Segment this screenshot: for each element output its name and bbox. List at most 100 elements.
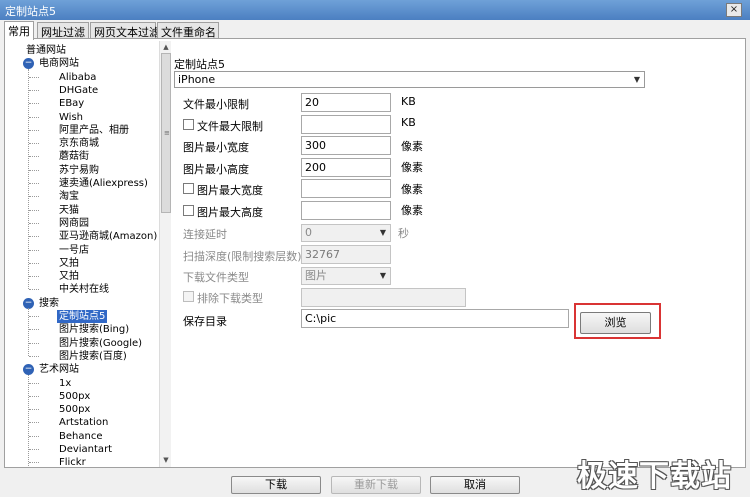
min-width-unit: 像素 xyxy=(401,140,423,153)
tree-connector xyxy=(29,435,39,437)
tree-item-label: 网商园 xyxy=(59,217,89,229)
min-file-size-unit: KB xyxy=(401,95,416,108)
site-tree[interactable]: 普通网站 − 电商网站 Alibaba DHGate EBay Wish 阿里产品、相册 京东商… xyxy=(7,41,159,467)
tree-item[interactable]: Wish xyxy=(57,111,85,124)
download-type-select[interactable]: 图片 ▼ xyxy=(301,267,391,285)
tree-connector xyxy=(29,316,39,317)
watermark-logo: 极速下载站 xyxy=(577,459,732,494)
connect-delay-select[interactable]: 0 ▼ xyxy=(301,224,391,242)
tab-url-filter[interactable]: 网址过滤 xyxy=(37,22,89,39)
settings-form: 定制站点5 iPhone ▼ 文件最小限制 20 KB 文件最大限制 KB 图片… xyxy=(171,39,745,467)
tree-connector xyxy=(29,462,39,464)
tree-item[interactable]: 又拍 xyxy=(57,270,81,283)
tree-scrollbar[interactable]: ▲ ≡ ▼ xyxy=(159,41,171,467)
tab-file-rename[interactable]: 文件重命名 xyxy=(157,22,219,39)
tree-item[interactable]: Artstation xyxy=(57,416,110,429)
browse-button[interactable]: 浏览 xyxy=(580,312,651,334)
tree-item-label: 又拍 xyxy=(59,257,79,269)
tree-group-label: 搜索 xyxy=(39,297,59,309)
redownload-button[interactable]: 重新下载 xyxy=(331,476,421,494)
scroll-down-arrow-icon[interactable]: ▼ xyxy=(161,455,171,465)
scan-depth-input[interactable]: 32767 xyxy=(301,245,391,264)
tree-item[interactable]: Behance xyxy=(57,430,104,443)
max-width-label: 图片最大宽度 xyxy=(197,184,263,197)
tree-connector xyxy=(29,116,39,118)
tree-item[interactable]: Flickr xyxy=(57,456,88,467)
save-dir-input[interactable]: C:\pic xyxy=(301,309,569,328)
tree-item[interactable]: 苏宁易购 xyxy=(57,164,101,177)
tree-item[interactable]: 又拍 xyxy=(57,257,81,270)
tree-root[interactable]: 普通网站 xyxy=(24,44,68,57)
min-height-input[interactable]: 200 xyxy=(301,158,391,177)
tree-item[interactable]: 京东商城 xyxy=(57,137,101,150)
tree-connector xyxy=(29,382,39,384)
download-type-label: 下载文件类型 xyxy=(183,271,249,284)
tree-connector xyxy=(29,422,39,424)
exclude-type-input[interactable] xyxy=(301,288,466,307)
tree-connector xyxy=(29,236,39,238)
tree-item[interactable]: 500px xyxy=(57,390,92,403)
tree-item[interactable]: 一号店 xyxy=(57,244,91,257)
min-width-input[interactable]: 300 xyxy=(301,136,391,155)
chevron-down-icon: ▼ xyxy=(633,75,641,84)
tree-item-label: 天猫 xyxy=(59,204,79,216)
tree-item-label: 图片搜索(百度) xyxy=(59,350,127,362)
tree-connector xyxy=(29,103,39,105)
tab-general[interactable]: 常用 xyxy=(4,21,34,40)
tree-item-label: 500px xyxy=(59,404,91,416)
cancel-button[interactable]: 取消 xyxy=(430,476,520,494)
max-height-input[interactable] xyxy=(301,201,391,220)
tree-item[interactable]: 阿里产品、相册 xyxy=(57,124,131,137)
close-button[interactable]: × xyxy=(726,3,742,17)
tab-page-text-filter[interactable]: 网页文本过滤 xyxy=(90,22,160,39)
exclude-type-label: 排除下载类型 xyxy=(197,292,263,305)
tree-item[interactable]: 蘑菇街 xyxy=(57,150,91,163)
tree-item[interactable]: 图片搜索(Google) xyxy=(57,337,144,350)
tree-connector xyxy=(29,449,39,450)
tree-item-label: 中关村在线 xyxy=(59,284,109,296)
tree-item[interactable]: 图片搜索(Bing) xyxy=(57,323,131,336)
tree-group-label: 电商网站 xyxy=(39,58,79,70)
download-button[interactable]: 下载 xyxy=(231,476,321,494)
min-file-size-input[interactable]: 20 xyxy=(301,93,391,112)
tree-item[interactable]: Alibaba xyxy=(57,71,98,84)
tree-item[interactable]: 定制站点5 xyxy=(57,310,108,323)
scroll-up-arrow-icon[interactable]: ▲ xyxy=(161,42,171,52)
tree-item[interactable]: 亚马逊商城(Amazon) xyxy=(57,230,159,243)
tree-group-1[interactable]: 搜索 xyxy=(37,297,61,310)
max-width-unit: 像素 xyxy=(401,183,423,196)
tree-item[interactable]: 中关村在线 xyxy=(57,283,111,296)
tree-item[interactable]: 网商园 xyxy=(57,217,91,230)
download-type-value: 图片 xyxy=(305,269,327,282)
tree-item[interactable]: EBay xyxy=(57,97,86,110)
tree-item[interactable]: 图片搜索(百度) xyxy=(57,350,129,363)
tree-item[interactable]: 天猫 xyxy=(57,204,81,217)
tree-item[interactable]: 500px xyxy=(57,403,92,416)
scroll-thumb[interactable]: ≡ xyxy=(161,53,171,213)
tree-item-label: Flickr xyxy=(59,457,86,467)
section-title: 定制站点5 xyxy=(174,58,225,71)
tree-connector xyxy=(29,143,39,145)
tree-item-label: 定制站点5 xyxy=(57,310,108,323)
tree-item-label: 1x xyxy=(59,377,72,389)
connect-delay-value: 0 xyxy=(305,226,312,239)
site-select[interactable]: iPhone ▼ xyxy=(174,71,645,88)
tree-item[interactable]: Deviantart xyxy=(57,443,114,456)
max-width-checkbox[interactable] xyxy=(183,183,194,194)
tree-connector xyxy=(29,129,39,131)
tree-group-2[interactable]: 艺术网站 xyxy=(37,363,81,376)
tree-root-label: 普通网站 xyxy=(26,45,66,56)
tree-item[interactable]: 1x xyxy=(57,377,73,390)
tree-group-0[interactable]: 电商网站 xyxy=(37,57,81,70)
max-file-size-checkbox[interactable] xyxy=(183,119,194,130)
tree-connector xyxy=(29,355,39,357)
tree-item[interactable]: 淘宝 xyxy=(57,190,81,203)
tree-connector xyxy=(29,342,39,344)
tree-item[interactable]: DHGate xyxy=(57,84,100,97)
max-height-checkbox[interactable] xyxy=(183,205,194,216)
max-width-input[interactable] xyxy=(301,179,391,198)
scan-depth-label: 扫描深度(限制搜索层数) xyxy=(183,250,302,263)
exclude-type-checkbox[interactable] xyxy=(183,291,194,302)
tree-item[interactable]: 速卖通(Aliexpress) xyxy=(57,177,150,190)
max-file-size-input[interactable] xyxy=(301,115,391,134)
